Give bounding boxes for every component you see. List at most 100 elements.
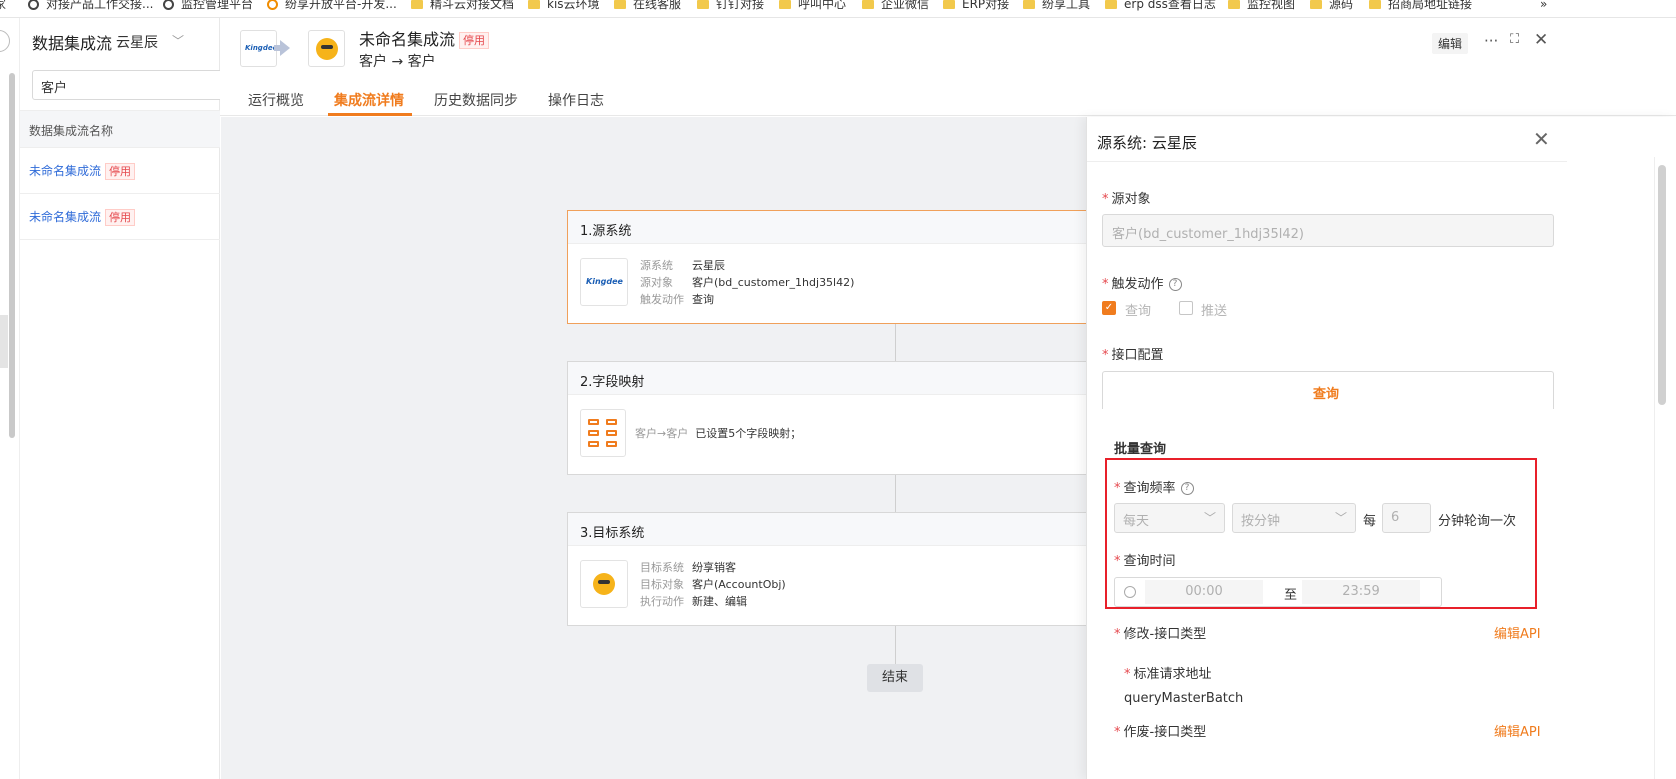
start-time-input[interactable]: 00:00	[1145, 580, 1263, 604]
bee-mascot-icon	[593, 573, 615, 595]
flow-route: 客户 → 客户	[359, 54, 436, 70]
standard-url-label: * 标准请求地址	[1124, 667, 1212, 682]
interface-config-label: * 接口配置	[1102, 348, 1164, 363]
bookmark-label: 企业微信	[881, 0, 930, 11]
folder-icon	[411, 0, 423, 9]
flow-name-link[interactable]: 未命名集成流	[29, 164, 101, 178]
field-mapping-card[interactable]: 2.字段映射 客户→客户 已设置5个字段映射；	[567, 361, 1107, 475]
back-circle-icon[interactable]	[0, 30, 10, 52]
mapping-summary: 客户→客户 已设置5个字段映射；	[635, 425, 801, 442]
modify-interface-type-label: * 修改-接口类型	[1114, 627, 1207, 642]
push-checkbox-label[interactable]: 推送	[1201, 300, 1227, 319]
system-switcher[interactable]: 云星辰	[116, 32, 158, 52]
flow-name-link[interactable]: 未命名集成流	[29, 210, 101, 224]
bookmark-item[interactable]: erp dss查看日志	[1105, 0, 1216, 13]
detail-key: 目标对象	[640, 578, 684, 591]
bookmark-item[interactable]: 企业微信	[862, 0, 929, 13]
list-item[interactable]: 未命名集成流 停用	[20, 194, 220, 240]
folder-icon	[697, 0, 709, 9]
orange-globe-icon	[267, 0, 278, 10]
tab-flow-details[interactable]: 集成流详情	[334, 90, 404, 110]
frequency-mode-select[interactable]: 按分钟 ﹀	[1232, 503, 1356, 533]
source-system-card[interactable]: 1.源系统 Kingdee 源系统 云星辰 源对象 客户(bd_customer_1…	[567, 210, 1107, 324]
more-icon[interactable]: ···	[1484, 32, 1498, 50]
bookmark-label: erp dss查看日志	[1124, 0, 1216, 11]
minutes-input[interactable]: 6	[1382, 503, 1431, 533]
bookmark-item[interactable]: 家	[0, 0, 6, 13]
source-system-drawer: 源系统: 云星辰 ✕ * 源对象 客户(bd_customer_1hdj35l42…	[1086, 117, 1676, 779]
search-input[interactable]: 客户	[32, 70, 232, 100]
source-object-label: * 源对象	[1102, 192, 1151, 207]
left-scrollbar[interactable]	[9, 73, 15, 438]
tab-history-sync[interactable]: 历史数据同步	[434, 90, 518, 110]
batch-query-label: 批量查询	[1114, 442, 1167, 457]
time-range-picker[interactable]: 00:00 至 23:59	[1114, 577, 1442, 607]
target-system-card[interactable]: 3.目标系统 目标系统 纷享销客 目标对象 客户(AccountObj) 执行动作新…	[567, 512, 1107, 626]
bookmark-item[interactable]: 对接产品工作交接...	[28, 0, 153, 13]
fullscreen-icon[interactable]: ⛶	[1510, 32, 1519, 47]
flow-title-text: 未命名集成流	[359, 30, 456, 49]
end-time-input[interactable]: 23:59	[1302, 580, 1420, 604]
target-logo	[580, 560, 628, 608]
folder-icon	[1228, 0, 1240, 9]
end-node[interactable]: 结束	[867, 664, 923, 692]
frequency-period-select[interactable]: 每天 ﹀	[1114, 503, 1225, 533]
clock-icon	[1124, 586, 1136, 598]
flow-header: Kingdee 未命名集成流 停用 客户 → 客户 编辑 ··· ⛶ ✕	[220, 18, 1676, 78]
bookmark-item[interactable]: 监控管理平台	[163, 0, 253, 13]
edit-api-link[interactable]: 编辑API	[1494, 721, 1541, 740]
help-icon[interactable]: ?	[1180, 482, 1194, 495]
folder-icon	[1369, 0, 1381, 9]
connector-line	[895, 475, 896, 512]
list-item[interactable]: 未命名集成流 停用	[20, 148, 220, 194]
push-checkbox[interactable]	[1179, 301, 1193, 315]
interface-config-box: 查询	[1102, 371, 1554, 409]
bookmark-item[interactable]: 源码	[1310, 0, 1353, 13]
bookmark-label: kis云环境	[547, 0, 600, 11]
bookmark-label: 在线客服	[633, 0, 682, 11]
source-object-field[interactable]: 客户(bd_customer_1hdj35l42)	[1102, 214, 1554, 247]
bookmark-label: 招商局地址链接	[1388, 0, 1473, 11]
source-details: 源系统 云星辰 源对象 客户(bd_customer_1hdj35l42) 触发动作…	[640, 257, 854, 308]
chevron-down-icon: ﹀	[1334, 511, 1347, 525]
edit-button[interactable]: 编辑	[1432, 33, 1469, 54]
card-title: 3.目标系统	[568, 513, 1106, 546]
bookmark-label: ERP对接	[962, 0, 1010, 11]
bookmark-item[interactable]: kis云环境	[528, 0, 600, 13]
bookmark-item[interactable]: 纷享开放平台-开发...	[267, 0, 397, 13]
flow-canvas: 1.源系统 Kingdee 源系统 云星辰 源对象 客户(bd_customer_1…	[221, 117, 1107, 779]
folder-icon	[1023, 0, 1035, 9]
bookmark-label: 钉钉对接	[716, 0, 765, 11]
drawer-scrollbar[interactable]	[1658, 165, 1666, 405]
query-checkbox[interactable]: ✓	[1102, 301, 1116, 315]
tab-operation-log[interactable]: 操作日志	[548, 90, 604, 110]
close-icon[interactable]: ✕	[1534, 30, 1548, 50]
bookmark-item[interactable]: 招商局地址链接	[1369, 0, 1472, 13]
bookmark-item[interactable]: 精斗云对接文档	[411, 0, 514, 13]
bookmark-item[interactable]: 呼叫中心	[779, 0, 846, 13]
bookmark-item[interactable]: ERP对接	[943, 0, 1009, 13]
query-checkbox-label[interactable]: 查询	[1125, 300, 1151, 319]
chevron-down-icon: ﹀	[1203, 511, 1216, 525]
bookmark-item[interactable]: 监控视图	[1228, 0, 1295, 13]
bookmark-item[interactable]: 在线客服	[614, 0, 681, 13]
bookmark-item[interactable]: 纷享工具	[1023, 0, 1090, 13]
close-icon[interactable]: ✕	[1533, 127, 1550, 151]
card-title: 1.源系统	[568, 211, 1106, 244]
bookmark-label: 呼叫中心	[798, 0, 847, 11]
tab-overview[interactable]: 运行概览	[248, 90, 304, 110]
folder-icon	[1310, 0, 1322, 9]
help-icon[interactable]: ?	[1168, 278, 1182, 291]
status-badge: 停用	[105, 163, 136, 180]
tab-query[interactable]: 查询	[1313, 383, 1339, 402]
standard-url-value: queryMasterBatch	[1124, 691, 1244, 706]
connector-line	[895, 324, 896, 361]
edit-api-link[interactable]: 编辑API	[1494, 623, 1541, 642]
bookmarks-overflow-icon[interactable]: »	[1540, 0, 1547, 13]
chevron-down-icon[interactable]: ﹀	[172, 32, 184, 49]
tab-bar: 运行概览 集成流详情 历史数据同步 操作日志	[220, 78, 1676, 116]
bookmark-label: 纷享开放平台-开发...	[285, 0, 397, 11]
bookmark-item[interactable]: 钉钉对接	[697, 0, 764, 13]
mapping-count: 已设置5个字段映射；	[695, 427, 802, 440]
detail-value: 查询	[692, 293, 714, 306]
